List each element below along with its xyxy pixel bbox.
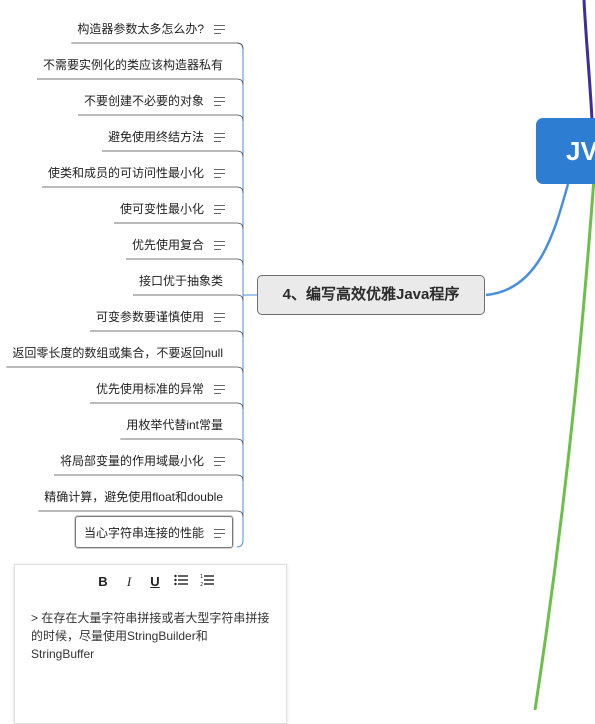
leaf-underline (120, 438, 244, 446)
leaf-item[interactable]: 不要创建不必要的对象 (84, 89, 226, 111)
leaf-item[interactable]: 优先使用复合 (132, 233, 226, 255)
leaf-underline (41, 186, 244, 194)
leaf-underline (89, 402, 244, 410)
root-node[interactable]: JV (536, 118, 595, 184)
svg-text:1: 1 (200, 574, 203, 580)
leaf-underline (101, 150, 244, 158)
leaf-item-label: 精确计算，避免使用float和double (44, 489, 223, 504)
leaf-underline (77, 114, 244, 122)
green-branch-line (533, 164, 595, 710)
note-lines-icon[interactable] (214, 24, 226, 35)
note-lines-icon[interactable] (214, 384, 226, 395)
leaf-item-label: 当心字符串连接的性能 (83, 525, 204, 540)
leaf-item[interactable]: 优先使用标准的异常 (96, 377, 226, 399)
leaf-item[interactable]: 用枚举代替int常量 (126, 413, 223, 435)
leaf-item-label: 使可变性最小化 (119, 201, 204, 216)
leaf-item[interactable]: 可变参数要谨慎使用 (96, 305, 226, 327)
leaf-underline (125, 258, 244, 266)
leaf-underline (89, 330, 244, 338)
leaf-item[interactable]: 精确计算，避免使用float和double (44, 485, 223, 507)
bulleted-list-icon[interactable] (173, 573, 189, 591)
numbered-list-icon[interactable]: 1 2 (199, 573, 215, 591)
leaf-item-label: 用枚举代替int常量 (126, 417, 223, 432)
note-lines-icon[interactable] (214, 168, 226, 179)
purple-branch-line (582, 0, 594, 121)
leaf-underline (71, 42, 244, 50)
note-lines-icon[interactable] (214, 528, 226, 539)
note-lines-icon[interactable] (214, 132, 226, 143)
leaf-underline (36, 78, 244, 86)
note-lines-icon[interactable] (214, 96, 226, 107)
leaf-item-label: 使类和成员的可访问性最小化 (47, 165, 204, 180)
underline-button[interactable]: U (147, 573, 163, 591)
leaf-item-label: 不要创建不必要的对象 (83, 93, 204, 108)
leaf-item-label: 避免使用终结方法 (107, 129, 204, 144)
leaf-item[interactable]: 当心字符串连接的性能 (74, 516, 233, 548)
leaf-item-label: 将局部变量的作用域最小化 (59, 453, 204, 468)
note-lines-icon[interactable] (214, 204, 226, 215)
leaf-item-label: 构造器参数太多怎么办? (77, 21, 204, 36)
italic-button[interactable]: I (121, 573, 137, 591)
leaf-item-label: 不需要实例化的类应该构造器私有 (42, 57, 223, 72)
leaf-underline (113, 222, 244, 230)
svg-text:2: 2 (200, 582, 203, 587)
leaf-underline (6, 366, 244, 374)
note-lines-icon[interactable] (214, 240, 226, 251)
leaf-item[interactable]: 不需要实例化的类应该构造器私有 (43, 53, 223, 75)
branch-node-label: 4、编写高效优雅Java程序 (282, 286, 460, 303)
leaf-item[interactable]: 将局部变量的作用域最小化 (60, 449, 226, 471)
leaf-item[interactable]: 接口优于抽象类 (139, 269, 223, 291)
leaf-underline (53, 474, 244, 482)
note-editor[interactable]: B I U 1 2 > 在存在大量字符串拼接或者大型字符串拼接的时候，尽量使用S… (14, 564, 287, 724)
branch-node[interactable]: 4、编写高效优雅Java程序 (257, 275, 485, 315)
leaf-underline (132, 294, 244, 302)
leaf-item[interactable]: 使可变性最小化 (120, 197, 226, 219)
leaf-item-label: 可变参数要谨慎使用 (95, 309, 204, 324)
leaf-item-label: 优先使用标准的异常 (95, 381, 204, 396)
leaf-item[interactable]: 返回零长度的数组或集合，不要返回null (12, 341, 223, 363)
branch-to-root-line (485, 183, 570, 297)
leaf-item[interactable]: 构造器参数太多怎么办? (77, 17, 226, 39)
root-node-label: JV (566, 136, 595, 166)
editor-content[interactable]: > 在存在大量字符串拼接或者大型字符串拼接的时候，尽量使用StringBuild… (31, 609, 270, 663)
bold-button[interactable]: B (95, 573, 111, 591)
editor-toolbar: B I U 1 2 (95, 572, 215, 592)
leaf-item[interactable]: 使类和成员的可访问性最小化 (48, 161, 226, 183)
leaf-item-label: 优先使用复合 (131, 237, 204, 252)
note-lines-icon[interactable] (214, 456, 226, 467)
leaves-bracket-line (236, 42, 257, 548)
leaf-item-label: 返回零长度的数组或集合，不要返回null (12, 345, 223, 360)
leaf-item[interactable]: 避免使用终结方法 (108, 125, 226, 147)
note-lines-icon[interactable] (214, 312, 226, 323)
leaf-item-label: 接口优于抽象类 (138, 273, 223, 288)
